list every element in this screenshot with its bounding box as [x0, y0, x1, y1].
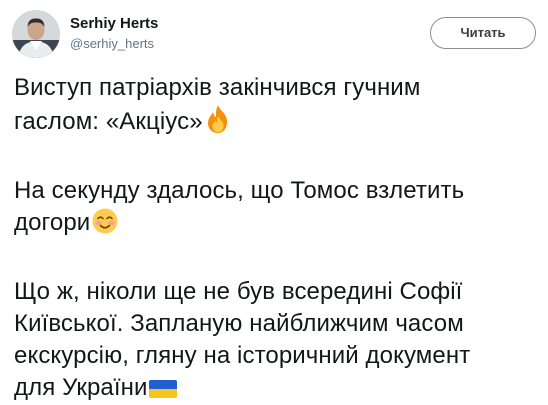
smiling-face-with-rosy-cheeks-icon: [91, 207, 119, 244]
tweet-paragraph: Виступ патріархів закінчився гучним гасл…: [14, 72, 536, 143]
text-line: гаслом: «Акціус»: [14, 108, 203, 135]
text-line: Що ж, ніколи ще не був всередині Софії: [14, 278, 463, 305]
avatar[interactable]: [12, 10, 60, 58]
author-display-name[interactable]: Serhiy Herts: [70, 15, 158, 33]
text-line: догори: [14, 209, 91, 236]
tweet-header: Serhiy Herts @serhiy_herts Читать: [12, 10, 536, 64]
author-handle[interactable]: @serhiy_herts: [70, 35, 158, 53]
fire-icon: [204, 104, 232, 143]
author-names: Serhiy Herts @serhiy_herts: [70, 15, 158, 53]
ukraine-flag-icon: [148, 377, 178, 405]
text-line: Виступ патріархів закінчився гучним: [14, 74, 421, 101]
text-line: екскурсію, гляну на історичний документ: [14, 342, 471, 369]
follow-button[interactable]: Читать: [430, 17, 536, 49]
text-line: Київської. Запланую найближчим часом: [14, 310, 464, 337]
text-line: На секунду здалось, що Томос взлетить: [14, 177, 465, 204]
tweet-card: Serhiy Herts @serhiy_herts Читать Виступ…: [0, 0, 548, 405]
tweet-paragraph: На секунду здалось, що Томос взлетить до…: [14, 175, 536, 244]
text-line: для України: [14, 374, 148, 401]
tweet-paragraph: Що ж, ніколи ще не був всередині Софії К…: [14, 276, 536, 405]
tweet-text: Виступ патріархів закінчився гучним гасл…: [14, 72, 536, 405]
